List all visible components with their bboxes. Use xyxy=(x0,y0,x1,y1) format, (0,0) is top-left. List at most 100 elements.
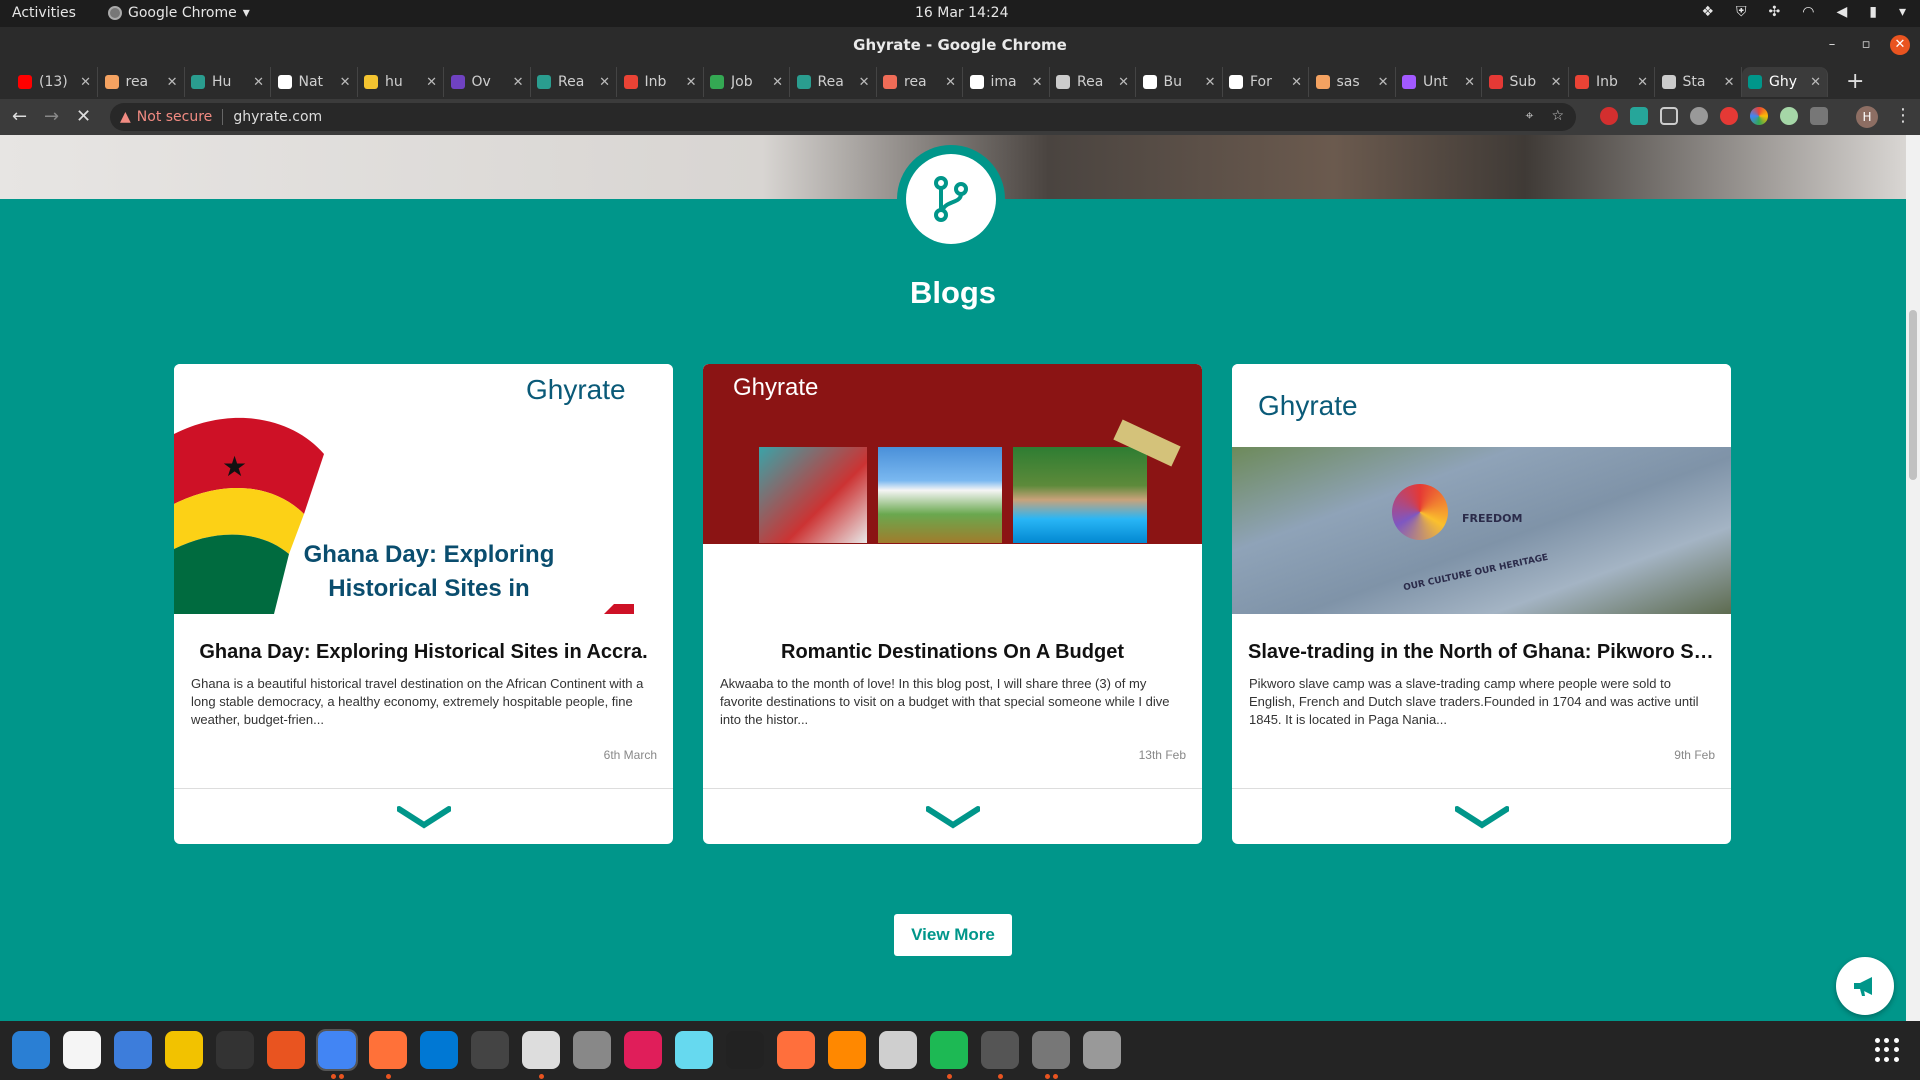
browser-tab[interactable]: Hu ✕ xyxy=(185,67,271,97)
vscode-icon[interactable] xyxy=(420,1031,458,1069)
vector-editor-icon[interactable] xyxy=(777,1031,815,1069)
color-extension-icon[interactable] xyxy=(1750,107,1768,125)
browser-tab[interactable]: rea ✕ xyxy=(99,67,185,97)
close-tab-icon[interactable]: ✕ xyxy=(1464,75,1475,90)
atom-icon[interactable] xyxy=(675,1031,713,1069)
browser-tab[interactable]: (13) ✕ xyxy=(12,67,98,97)
app-menu[interactable]: Google Chrome ▾ xyxy=(108,5,250,21)
battery-icon[interactable]: ▮ xyxy=(1869,4,1877,20)
close-tab-icon[interactable]: ✕ xyxy=(253,75,264,90)
system-monitor-icon[interactable] xyxy=(471,1031,509,1069)
close-tab-icon[interactable]: ✕ xyxy=(599,75,610,90)
calculator-icon[interactable] xyxy=(981,1031,1019,1069)
close-tab-icon[interactable]: ✕ xyxy=(1378,75,1389,90)
vlc-icon[interactable] xyxy=(828,1031,866,1069)
browser-tab[interactable]: For ✕ xyxy=(1223,67,1309,97)
expand-card-button[interactable] xyxy=(703,788,1202,844)
software-center-icon[interactable] xyxy=(267,1031,305,1069)
kebab-menu-icon[interactable]: ⋮ xyxy=(1894,105,1912,126)
close-tab-icon[interactable]: ✕ xyxy=(1291,75,1302,90)
expand-card-button[interactable] xyxy=(174,788,673,844)
volume-icon[interactable]: ◀ xyxy=(1836,4,1847,20)
archive-icon[interactable] xyxy=(879,1031,917,1069)
files-icon[interactable] xyxy=(522,1031,560,1069)
downloader-icon[interactable] xyxy=(726,1031,764,1069)
slack-icon[interactable] xyxy=(624,1031,662,1069)
blog-card[interactable]: Ghyrate Romantic Destinations On A Budge… xyxy=(703,364,1202,844)
close-tab-icon[interactable]: ✕ xyxy=(859,75,870,90)
puzzle-icon[interactable] xyxy=(1810,107,1828,125)
close-tab-icon[interactable]: ✕ xyxy=(340,75,351,90)
browser-tab[interactable]: Ghy ✕ xyxy=(1742,67,1828,97)
scrollbar-thumb[interactable] xyxy=(1909,310,1917,480)
view-more-button[interactable]: View More xyxy=(894,914,1012,956)
browser-tab[interactable]: Rea ✕ xyxy=(1050,67,1136,97)
extension-badge-icon[interactable] xyxy=(1660,107,1678,125)
browser-tab[interactable]: Inb ✕ xyxy=(1569,67,1655,97)
rhythmbox-icon[interactable] xyxy=(165,1031,203,1069)
wifi-icon[interactable]: ◠ xyxy=(1802,4,1814,20)
close-tab-icon[interactable]: ✕ xyxy=(1810,75,1821,90)
blog-card-title[interactable]: Romantic Destinations On A Budget xyxy=(719,641,1186,664)
back-arrow-icon[interactable]: ← xyxy=(12,106,27,127)
thunderbird-icon[interactable] xyxy=(114,1031,152,1069)
settings-dial-icon[interactable] xyxy=(573,1031,611,1069)
grammar-extension-icon[interactable] xyxy=(1780,107,1798,125)
feedback-fab[interactable] xyxy=(1836,957,1894,1015)
browser-tab[interactable]: Sub ✕ xyxy=(1483,67,1569,97)
slack-tray-icon[interactable]: ✣ xyxy=(1769,4,1781,20)
close-tab-icon[interactable]: ✕ xyxy=(1724,75,1735,90)
opera-extension-icon[interactable] xyxy=(1600,107,1618,125)
close-tab-icon[interactable]: ✕ xyxy=(80,75,91,90)
browser-tab[interactable]: sas ✕ xyxy=(1310,67,1396,97)
address-bar[interactable]: ▲ Not secure ghyrate.com ⌖ ☆ xyxy=(110,103,1576,131)
firefox-icon[interactable] xyxy=(369,1031,407,1069)
browser-tab[interactable]: Sta ✕ xyxy=(1656,67,1742,97)
page-scrollbar[interactable] xyxy=(1906,135,1920,1021)
close-tab-icon[interactable]: ✕ xyxy=(772,75,783,90)
browser-tab[interactable]: Nat ✕ xyxy=(272,67,358,97)
browser-tab[interactable]: Bu ✕ xyxy=(1137,67,1223,97)
close-tab-icon[interactable]: ✕ xyxy=(1032,75,1043,90)
bookmark-star-icon[interactable]: ☆ xyxy=(1551,108,1564,124)
maximize-button[interactable]: ▫ xyxy=(1856,35,1876,55)
browser-tab[interactable]: Inb ✕ xyxy=(618,67,704,97)
stop-loading-icon[interactable]: ✕ xyxy=(76,106,91,127)
browser-tab[interactable]: ima ✕ xyxy=(964,67,1050,97)
browser-tab[interactable]: Job ✕ xyxy=(704,67,790,97)
text-editor-icon[interactable] xyxy=(63,1031,101,1069)
cloud-extension-icon[interactable] xyxy=(1690,107,1708,125)
libreoffice-writer-icon[interactable] xyxy=(12,1031,50,1069)
close-tab-icon[interactable]: ✕ xyxy=(167,75,178,90)
blocker-extension-icon[interactable] xyxy=(1720,107,1738,125)
security-status[interactable]: Not secure xyxy=(137,109,213,125)
close-tab-icon[interactable]: ✕ xyxy=(1118,75,1129,90)
clock[interactable]: 16 Mar 14:24 xyxy=(915,5,1008,21)
system-settings-icon[interactable] xyxy=(1032,1031,1070,1069)
system-tray[interactable]: ❖ ⛨ ✣ ◠ ◀ ▮ ▾ xyxy=(1701,4,1906,20)
system-menu-icon[interactable]: ▾ xyxy=(1899,4,1906,20)
close-tab-icon[interactable]: ✕ xyxy=(686,75,697,90)
close-tab-icon[interactable]: ✕ xyxy=(426,75,437,90)
blog-card-title[interactable]: Slave-trading in the North of Ghana: Pik… xyxy=(1248,641,1715,664)
browser-tab[interactable]: Ov ✕ xyxy=(445,67,531,97)
disk-tool-icon[interactable] xyxy=(1083,1031,1121,1069)
blog-card[interactable]: Ghyrate FREEDOM OUR CULTURE OUR HERITAGE… xyxy=(1232,364,1731,844)
blog-card[interactable]: ★ Ghyrate Ghana Day: Exploring Historica… xyxy=(174,364,673,844)
chrome-icon[interactable] xyxy=(316,1029,358,1071)
close-tab-icon[interactable]: ✕ xyxy=(513,75,524,90)
shield-icon[interactable]: ⛨ xyxy=(1736,4,1747,20)
close-tab-icon[interactable]: ✕ xyxy=(1551,75,1562,90)
new-tab-button[interactable]: + xyxy=(1846,69,1864,94)
expand-card-button[interactable] xyxy=(1232,788,1731,844)
forward-arrow-icon[interactable]: → xyxy=(44,106,59,127)
close-tab-icon[interactable]: ✕ xyxy=(945,75,956,90)
browser-tab[interactable]: Rea ✕ xyxy=(531,67,617,97)
browser-tab[interactable]: Rea ✕ xyxy=(791,67,877,97)
activities-button[interactable]: Activities xyxy=(12,5,76,21)
react-devtools-icon[interactable] xyxy=(1630,107,1648,125)
terminal-icon[interactable] xyxy=(216,1031,254,1069)
url-text[interactable]: ghyrate.com xyxy=(233,109,322,125)
close-window-button[interactable]: ✕ xyxy=(1890,35,1910,55)
browser-tab[interactable]: rea ✕ xyxy=(877,67,963,97)
